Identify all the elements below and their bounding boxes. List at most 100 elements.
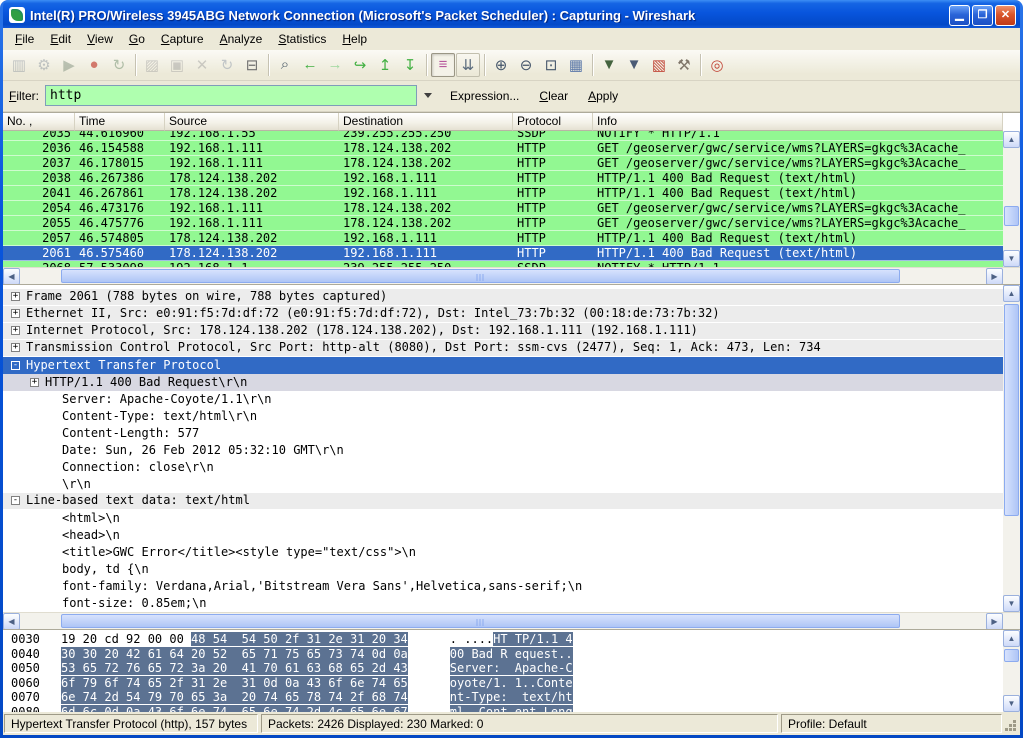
column-header[interactable]: Time	[75, 113, 165, 131]
scroll-up-icon[interactable]: ▲	[1003, 131, 1020, 148]
hex-row[interactable]: 0030 19 20 cd 92 00 00 48 54 54 50 2f 31…	[11, 632, 1020, 647]
detail-row[interactable]: <head>\n	[3, 527, 1003, 544]
open-file-icon[interactable]: ▨	[140, 53, 164, 77]
capture-interfaces-icon[interactable]: ▥	[7, 53, 31, 77]
display-filter-icon[interactable]: ▼	[622, 53, 646, 77]
help-icon[interactable]: ◎	[705, 53, 729, 77]
detail-row[interactable]: <html>\n	[3, 510, 1003, 527]
expander-icon[interactable]: -	[11, 361, 20, 370]
expander-icon[interactable]: -	[11, 496, 20, 505]
packet-list-vscrollbar[interactable]: ▲ ▼	[1003, 131, 1020, 267]
menu-item[interactable]: Capture	[153, 29, 212, 49]
scroll-right-icon[interactable]: ▶	[986, 613, 1003, 630]
column-header[interactable]: Info	[593, 113, 1003, 131]
close-file-icon[interactable]: ✕	[190, 53, 214, 77]
capture-filter-icon[interactable]: ▼	[597, 53, 621, 77]
scroll-up-icon[interactable]: ▲	[1003, 630, 1020, 647]
packet-row[interactable]: 2055 46.475776 192.168.1.111 178.124.138…	[3, 216, 1003, 231]
menu-item[interactable]: Go	[121, 29, 153, 49]
column-header[interactable]: Destination	[339, 113, 513, 131]
menu-item[interactable]: Statistics	[270, 29, 334, 49]
menu-item[interactable]: Analyze	[212, 29, 271, 49]
packet-row[interactable]: 2035 44.616960 192.168.1.55 239.255.255.…	[3, 131, 1003, 141]
apply-button[interactable]: Apply	[581, 85, 625, 107]
autoscroll-icon[interactable]: ⇊	[456, 53, 480, 77]
coloring-rules-icon[interactable]: ▧	[647, 53, 671, 77]
scroll-up-icon[interactable]: ▲	[1003, 285, 1020, 302]
expander-icon[interactable]: +	[11, 326, 20, 335]
packet-row[interactable]: 2061 46.575460 178.124.138.202 192.168.1…	[3, 246, 1003, 261]
detail-row[interactable]: font-family: Verdana,Arial,'Bitstream Ve…	[3, 578, 1003, 595]
packet-row[interactable]: 2057 46.574805 178.124.138.202 192.168.1…	[3, 231, 1003, 246]
detail-row[interactable]: - Line-based text data: text/html	[3, 493, 1003, 510]
packet-row[interactable]: 2036 46.154588 192.168.1.111 178.124.138…	[3, 141, 1003, 156]
detail-row[interactable]: font-size: 0.85em;\n	[3, 595, 1003, 612]
details-hscrollbar[interactable]: ◀ ▶	[3, 612, 1020, 629]
hex-row[interactable]: 0080 6d 6c 0d 0a 43 6f 6e 74 65 6e 74 2d…	[11, 705, 1020, 712]
filter-input[interactable]	[45, 85, 417, 106]
capture-start-icon[interactable]: ▶	[57, 53, 81, 77]
menu-item[interactable]: Edit	[42, 29, 79, 49]
hex-row[interactable]: 0060 6f 79 6f 74 65 2f 31 2e 31 0d 0a 43…	[11, 676, 1020, 691]
packet-row[interactable]: 2054 46.473176 192.168.1.111 178.124.138…	[3, 201, 1003, 216]
detail-row[interactable]: Server: Apache-Coyote/1.1\r\n	[3, 391, 1003, 408]
detail-row[interactable]: Date: Sun, 26 Feb 2012 05:32:10 GMT\r\n	[3, 442, 1003, 459]
capture-options-icon[interactable]: ⚙	[32, 53, 56, 77]
find-packet-icon[interactable]: ⌕	[273, 53, 297, 77]
filter-dropdown-button[interactable]	[419, 86, 437, 106]
scroll-down-icon[interactable]: ▼	[1003, 595, 1020, 612]
maximize-button[interactable]: ❐	[972, 5, 993, 26]
hex-row[interactable]: 0050 53 65 72 76 65 72 3a 20 41 70 61 63…	[11, 661, 1020, 676]
detail-row[interactable]: <title>GWC Error</title><style type="tex…	[3, 544, 1003, 561]
go-back-icon[interactable]: ←	[298, 53, 322, 77]
scroll-down-icon[interactable]: ▼	[1003, 250, 1020, 267]
column-header[interactable]: Protocol	[513, 113, 593, 131]
detail-row[interactable]: + Internet Protocol, Src: 178.124.138.20…	[3, 323, 1003, 340]
details-vscrollbar[interactable]: ▲ ▼	[1003, 285, 1020, 613]
zoom-100-icon[interactable]: ⊡	[539, 53, 563, 77]
scroll-down-icon[interactable]: ▼	[1003, 695, 1020, 712]
scrollbar-thumb[interactable]	[1004, 206, 1019, 226]
menu-item[interactable]: Help	[334, 29, 375, 49]
expression-button[interactable]: Expression...	[443, 85, 526, 107]
detail-row[interactable]: + Transmission Control Protocol, Src Por…	[3, 340, 1003, 357]
capture-stop-icon[interactable]: ●	[82, 53, 106, 77]
save-icon[interactable]: ▣	[165, 53, 189, 77]
packet-row[interactable]: 2037 46.178015 192.168.1.111 178.124.138…	[3, 156, 1003, 171]
scrollbar-thumb[interactable]	[1004, 304, 1019, 516]
scroll-left-icon[interactable]: ◀	[3, 613, 20, 630]
packet-list-hscrollbar[interactable]: ◀ ▶	[3, 267, 1020, 284]
preferences-icon[interactable]: ⚒	[672, 53, 696, 77]
zoom-out-icon[interactable]: ⊖	[514, 53, 538, 77]
scrollbar-thumb[interactable]	[1004, 649, 1019, 662]
detail-row[interactable]: Content-Length: 577	[3, 425, 1003, 442]
detail-row[interactable]: \r\n	[3, 476, 1003, 493]
zoom-in-icon[interactable]: ⊕	[489, 53, 513, 77]
scroll-right-icon[interactable]: ▶	[986, 268, 1003, 285]
detail-row[interactable]: body, td {\n	[3, 561, 1003, 578]
title-bar[interactable]: Intel(R) PRO/Wireless 3945ABG Network Co…	[3, 0, 1020, 28]
detail-row[interactable]: Connection: close\r\n	[3, 459, 1003, 476]
expander-icon[interactable]: +	[11, 343, 20, 352]
column-header[interactable]: Source	[165, 113, 339, 131]
close-button[interactable]: ✕	[995, 5, 1016, 26]
capture-restart-icon[interactable]: ↻	[107, 53, 131, 77]
hex-row[interactable]: 0040 30 30 20 42 61 64 20 52 65 71 75 65…	[11, 647, 1020, 662]
go-bottom-icon[interactable]: ↧	[398, 53, 422, 77]
print-icon[interactable]: ⊟	[240, 53, 264, 77]
menu-item[interactable]: File	[7, 29, 42, 49]
detail-row[interactable]: + Ethernet II, Src: e0:91:f5:7d:df:72 (e…	[3, 306, 1003, 323]
packet-row[interactable]: 2041 46.267861 178.124.138.202 192.168.1…	[3, 186, 1003, 201]
detail-row[interactable]: - Hypertext Transfer Protocol	[3, 357, 1003, 374]
go-forward-icon[interactable]: →	[323, 53, 347, 77]
scrollbar-thumb[interactable]	[61, 614, 900, 628]
go-top-icon[interactable]: ↥	[373, 53, 397, 77]
detail-row[interactable]: + HTTP/1.1 400 Bad Request\r\n	[3, 374, 1003, 391]
scrollbar-thumb[interactable]	[61, 269, 900, 283]
resize-grip[interactable]	[1005, 714, 1018, 733]
clear-button[interactable]: Clear	[532, 85, 575, 107]
go-to-packet-icon[interactable]: ↪	[348, 53, 372, 77]
minimize-button[interactable]: ▁	[949, 5, 970, 26]
hex-row[interactable]: 0070 6e 74 2d 54 79 70 65 3a 20 74 65 78…	[11, 690, 1020, 705]
reload-icon[interactable]: ↻	[215, 53, 239, 77]
